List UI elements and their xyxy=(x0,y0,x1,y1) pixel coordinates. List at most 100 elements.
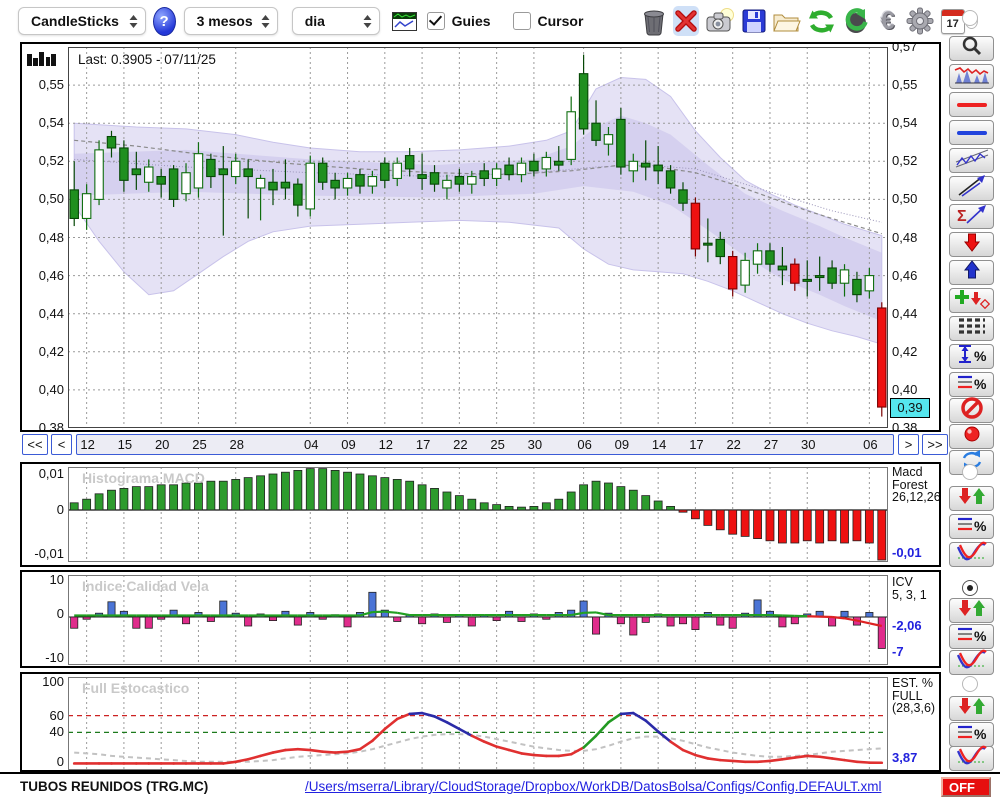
icv-percent-button[interactable]: % xyxy=(949,624,994,649)
macd-group-radio[interactable] xyxy=(962,464,978,480)
blue-hline-button[interactable] xyxy=(949,120,994,145)
sync-icon[interactable] xyxy=(842,6,869,36)
axis-label: -0,01 xyxy=(34,546,64,561)
axis-label: 0,01 xyxy=(38,466,64,481)
help-button[interactable]: ? xyxy=(152,6,176,36)
axis-label: 0,55 xyxy=(892,77,918,93)
macd-curves-button[interactable] xyxy=(949,541,994,567)
date-tick-label: 06 xyxy=(577,437,592,452)
main-plot[interactable] xyxy=(68,47,888,428)
fast-back-button[interactable]: << xyxy=(22,434,48,455)
svg-text:%: % xyxy=(974,376,987,392)
fast-forward-button[interactable]: >> xyxy=(922,434,948,455)
range-dropdown[interactable]: 3 mesos xyxy=(183,7,278,35)
date-tick-label: 04 xyxy=(304,437,319,452)
cursor-checkbox[interactable] xyxy=(512,12,531,30)
save-icon[interactable] xyxy=(741,6,766,36)
icv-value-2: -7 xyxy=(892,644,904,659)
chart-type-dropdown[interactable]: CandleSticks xyxy=(18,7,146,35)
delete-icon[interactable] xyxy=(673,6,700,36)
stochastic-panel: Full Estocastico 100 60 40 0 EST. % FULL (28,… xyxy=(20,672,941,772)
interval-dropdown[interactable]: dia xyxy=(291,7,380,35)
icv-group-radio[interactable] xyxy=(962,580,978,596)
axis-label: -10 xyxy=(45,650,64,665)
macd-indicator-label: Macd Forest 26,12,26 xyxy=(892,465,941,504)
last-price-badge: 0,39 xyxy=(890,397,930,418)
stochastic-updown-button[interactable] xyxy=(949,696,994,721)
axis-label: 0,40 xyxy=(892,381,918,397)
macd-percent-button[interactable]: % xyxy=(949,514,994,539)
snapshot-icon[interactable] xyxy=(705,6,735,36)
curves-icon xyxy=(956,649,988,676)
lines-percent-icon: % xyxy=(956,371,988,398)
blue-hline-icon xyxy=(956,130,987,135)
zoom-icon xyxy=(961,35,983,62)
overview-chart-button[interactable] xyxy=(949,64,994,89)
guides-label: Guies xyxy=(451,13,491,29)
status-divider xyxy=(0,772,1000,774)
lines-percent-button[interactable]: % xyxy=(949,372,994,397)
forward-button[interactable]: > xyxy=(898,434,919,455)
date-tick-label: 17 xyxy=(415,437,431,452)
stochastic-group-radio[interactable] xyxy=(962,676,978,692)
axis-label: 0,57 xyxy=(892,42,918,54)
cursor-toggle[interactable]: Cursor xyxy=(512,12,583,30)
euro-icon[interactable]: € xyxy=(875,6,900,36)
add-marker-button[interactable] xyxy=(949,288,994,313)
dashed-lines-button[interactable] xyxy=(949,316,994,341)
icv-updown-button[interactable] xyxy=(949,598,994,623)
config-path-label: /Users/mserra/Library/CloudStorage/Dropb… xyxy=(305,779,882,794)
macd-updown-button[interactable] xyxy=(949,486,994,511)
stochastic-curves-button[interactable] xyxy=(949,745,994,771)
trendline-button[interactable] xyxy=(949,174,994,203)
off-toggle-badge[interactable]: OFF xyxy=(941,777,991,797)
calendar-icon[interactable]: 17 xyxy=(940,6,965,36)
date-tick-label: 20 xyxy=(154,437,170,452)
trash-icon[interactable] xyxy=(641,6,667,36)
date-tick-label: 30 xyxy=(801,437,816,452)
date-tick-label: 22 xyxy=(726,437,741,452)
updown-arrows-icon xyxy=(956,598,988,623)
calendar-day: 17 xyxy=(946,17,959,30)
stochastic-indicator-label: EST. % FULL (28,3,6) xyxy=(892,676,936,715)
open-folder-icon[interactable] xyxy=(772,6,802,36)
icv-curves-button[interactable] xyxy=(949,649,994,676)
stochastic-percent-button[interactable]: % xyxy=(949,722,994,747)
guides-checkbox[interactable] xyxy=(426,12,445,30)
svg-text:%: % xyxy=(974,628,987,644)
sigma-trendline-icon: Σ xyxy=(956,202,988,231)
refresh-icon[interactable] xyxy=(807,6,836,36)
macd-title: Histograma MACD xyxy=(82,470,205,486)
axis-label: 0,52 xyxy=(892,153,918,169)
sigma-trendline-button[interactable]: Σ xyxy=(949,204,994,229)
gear-icon[interactable] xyxy=(906,6,934,36)
back-button[interactable]: < xyxy=(51,434,72,455)
record-button[interactable] xyxy=(949,424,994,449)
updown-arrows-icon xyxy=(956,486,988,511)
main-tools-radio[interactable] xyxy=(962,10,978,26)
svg-text:%: % xyxy=(974,726,987,742)
red-hline-button[interactable] xyxy=(949,92,994,117)
icv-value-1: -2,06 xyxy=(892,618,922,633)
trendline-icon xyxy=(956,174,988,203)
date-tick-label: 06 xyxy=(863,437,878,452)
date-strip[interactable]: 12 15 20 25 28 04 09 12 17 22 25 30 06 09 14 17 22 27 30 06 xyxy=(76,434,894,455)
zoom-button[interactable] xyxy=(949,36,994,61)
overview-chart-icon xyxy=(954,64,990,89)
vertical-percent-button[interactable]: % xyxy=(949,344,994,369)
axis-label: 0,42 xyxy=(892,343,918,359)
status-bar: TUBOS REUNIDOS (TRG.MC) /Users/mserra/Li… xyxy=(0,775,1000,800)
mini-chart-icon[interactable] xyxy=(391,6,417,36)
chevron-updown-icon xyxy=(261,14,270,28)
svg-text:Σ: Σ xyxy=(957,208,967,225)
chevron-updown-icon xyxy=(363,14,372,28)
date-tick-label: 22 xyxy=(453,437,468,452)
red-down-arrow-icon xyxy=(962,232,982,257)
arrow-up-button[interactable] xyxy=(949,260,994,285)
arrow-down-button[interactable] xyxy=(949,232,994,257)
channel-button[interactable] xyxy=(949,148,994,173)
lines-percent-icon: % xyxy=(956,513,988,540)
axis-label: 0,55 xyxy=(38,77,64,93)
forbidden-button[interactable] xyxy=(949,397,994,423)
guides-toggle[interactable]: Guies xyxy=(426,12,491,30)
